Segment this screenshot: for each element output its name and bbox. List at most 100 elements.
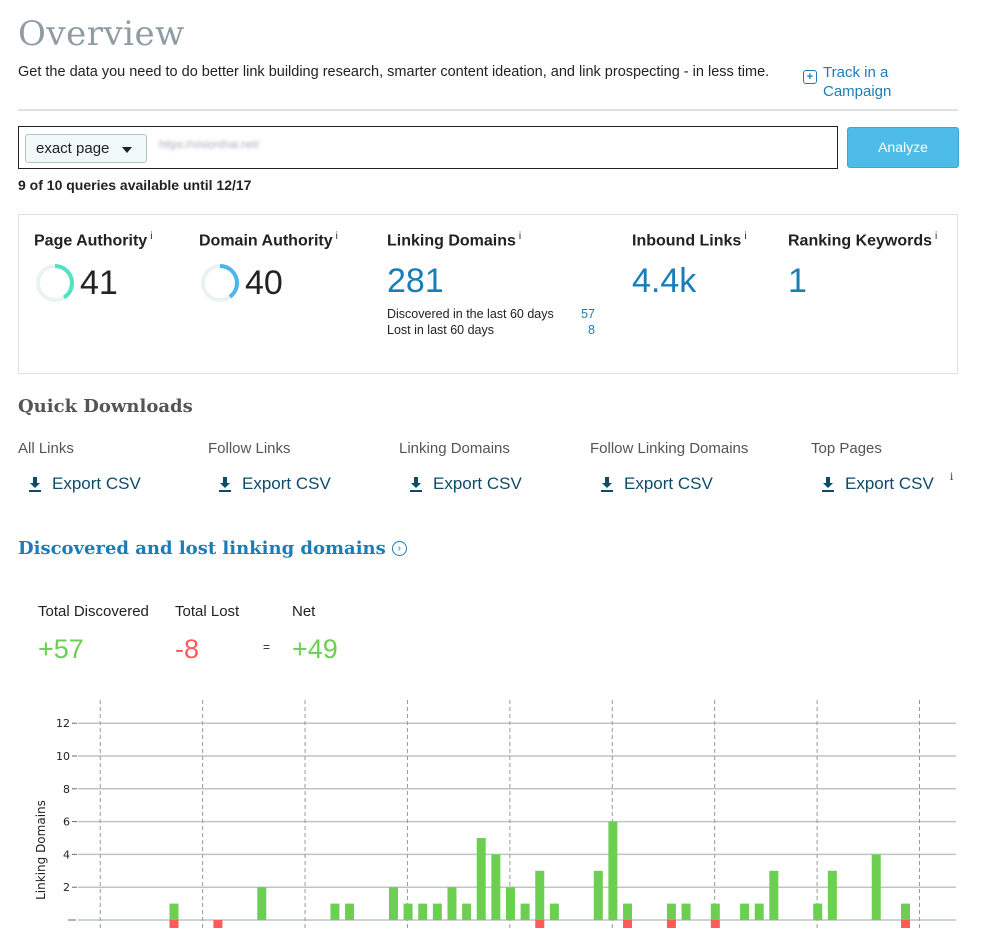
net-value: +49	[292, 634, 338, 664]
discovered-bar	[740, 903, 750, 920]
download-follow-links: Follow Links Export CSV	[208, 440, 331, 494]
total-discovered-value: +57	[38, 634, 84, 664]
lost-bar	[710, 920, 720, 928]
download-icon	[601, 477, 613, 492]
discovered-bar	[901, 903, 910, 920]
chevron-right-circle-icon: ›	[391, 541, 407, 556]
discovered-value[interactable]: 57	[581, 307, 595, 321]
search-bar: exact page https://visionthai.net/	[18, 126, 838, 169]
export-csv-button[interactable]: Export CSV	[600, 474, 748, 494]
domain-authority-ring	[201, 264, 239, 303]
info-icon[interactable]: i	[950, 472, 953, 483]
metric-page-authority: Page Authority i 41	[34, 231, 152, 304]
discovered-bar	[593, 870, 603, 920]
discovered-label: Discovered in the last 60 days	[387, 307, 554, 322]
track-in-campaign-link[interactable]: + Track in a Campaign	[803, 63, 903, 101]
domain-authority-value: 40	[245, 263, 283, 302]
download-label: Follow Linking Domains	[590, 440, 749, 457]
analyze-button[interactable]: Analyze	[847, 127, 959, 168]
ranking-keywords-value: 1	[788, 262, 807, 301]
discovered-bar	[871, 854, 881, 920]
download-label: All Links	[18, 440, 74, 457]
url-input[interactable]: https://visionthai.net/	[159, 139, 259, 151]
discovered-bar	[447, 887, 457, 920]
discovered-bar	[754, 903, 764, 920]
y-tick-label: 4	[63, 848, 70, 861]
lost-value[interactable]: 8	[588, 323, 595, 337]
lost-bar	[213, 920, 223, 928]
info-icon[interactable]: i	[935, 231, 937, 242]
divider	[18, 109, 958, 111]
discovered-bar	[432, 903, 442, 920]
download-label: Top Pages	[811, 440, 882, 457]
plus-square-icon: +	[803, 70, 817, 84]
page-subtitle: Get the data you need to do better link …	[18, 64, 770, 80]
metric-label: Ranking Keywords	[788, 232, 933, 250]
quick-downloads-title: Quick Downloads	[18, 396, 193, 417]
caret-down-icon	[122, 147, 132, 153]
discovered-bar	[330, 903, 340, 920]
total-lost-label: Total Lost	[175, 603, 240, 620]
export-csv-button[interactable]: Export CSV	[409, 474, 522, 494]
discovered-bar	[403, 903, 413, 920]
y-axis-label: Linking Domains	[34, 800, 48, 900]
track-label: Track in a Campaign	[823, 64, 892, 100]
download-label: Linking Domains	[399, 440, 510, 457]
discovered-bar	[827, 870, 837, 920]
discovered-bar	[520, 903, 530, 920]
metric-domain-authority: Domain Authority i 40	[199, 231, 338, 304]
total-discovered-label: Total Discovered	[38, 603, 149, 620]
inbound-links-value: 4.4k	[632, 262, 697, 301]
total-lost: Total Lost -8	[175, 603, 239, 665]
discovered-bar	[549, 903, 559, 920]
download-icon	[29, 477, 41, 492]
discovered-bar	[462, 903, 472, 920]
y-tick-label: 10	[56, 750, 70, 763]
export-csv-button[interactable]: Export CSV	[218, 474, 331, 494]
discovered-bar	[813, 903, 823, 920]
metric-label: Domain Authority	[199, 232, 333, 250]
y-tick-label: 6	[63, 816, 70, 829]
scope-select-value: exact page	[36, 140, 110, 157]
info-icon[interactable]: i	[519, 231, 521, 242]
total-lost-value: -8	[175, 634, 200, 664]
discovered-bar	[257, 887, 267, 920]
page-authority-ring	[36, 264, 74, 303]
discovered-bar	[608, 821, 618, 920]
metric-inbound-links: Inbound Links i 4.4k	[632, 231, 747, 301]
discovered-lost-chart: 2 4 6 8 10 12 Linking Domains	[34, 700, 956, 929]
lost-bar	[666, 920, 676, 928]
download-label: Follow Links	[208, 440, 291, 457]
discovered-bar	[681, 903, 691, 920]
discovered-bar	[535, 870, 545, 920]
export-csv-button[interactable]: Export CSV	[28, 474, 141, 494]
discovered-lost-title[interactable]: Discovered and lost linking domains ›	[18, 538, 407, 559]
discovered-bar	[476, 838, 486, 920]
page-authority-value: 41	[80, 263, 118, 302]
net-label: Net	[292, 603, 316, 620]
lost-bar	[623, 920, 633, 928]
download-icon	[822, 477, 834, 492]
page-title: Overview	[18, 14, 185, 54]
metric-ranking-keywords: Ranking Keywords i 1	[788, 231, 937, 301]
discovered-bar	[505, 887, 515, 920]
download-follow-linking-domains: Follow Linking Domains Export CSV	[590, 440, 748, 494]
download-icon	[410, 477, 422, 492]
discovered-bar	[710, 903, 720, 920]
export-csv-button[interactable]: Export CSV	[821, 474, 934, 494]
linking-domains-value: 281	[387, 262, 444, 301]
discovered-bar	[388, 887, 398, 920]
discovered-bar	[491, 854, 501, 920]
discovered-bar	[345, 903, 355, 920]
metric-linking-domains: Linking Domains i 281 Discovered in the l…	[387, 231, 595, 337]
info-icon[interactable]: i	[744, 231, 746, 242]
lost-bar	[901, 920, 910, 928]
y-tick-label: 8	[63, 783, 70, 796]
discovered-bar	[169, 903, 179, 920]
total-discovered: Total Discovered +57	[38, 603, 149, 665]
info-icon[interactable]: i	[336, 231, 338, 242]
info-icon[interactable]: i	[150, 231, 152, 242]
y-tick-label: 12	[56, 717, 70, 730]
scope-select[interactable]: exact page	[25, 134, 147, 163]
metric-label: Inbound Links	[632, 232, 742, 250]
